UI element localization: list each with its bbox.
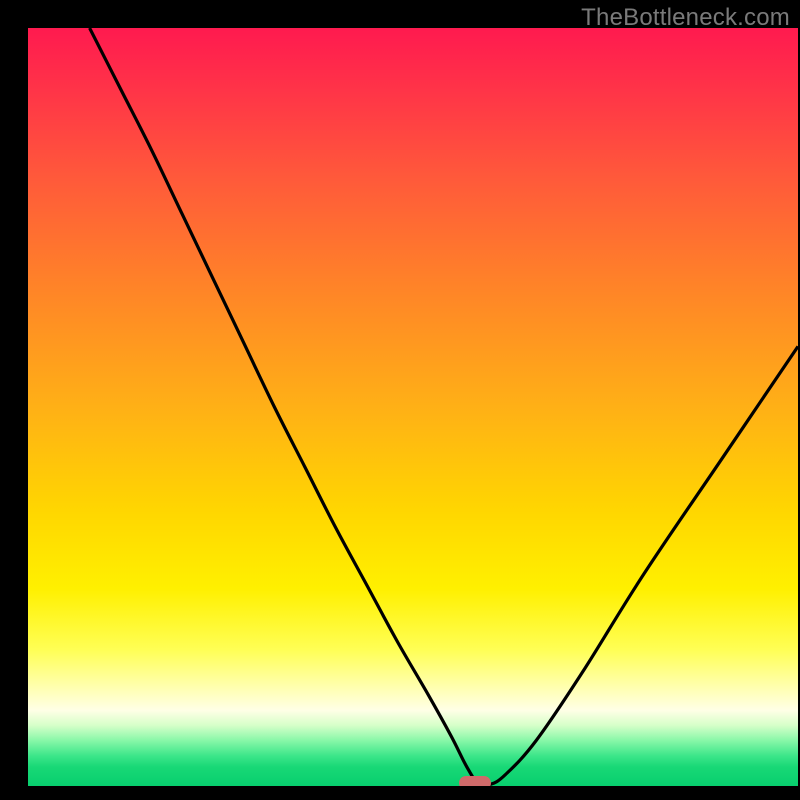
bottleneck-curve [28,28,798,786]
curve-path [90,28,798,786]
chart-frame: TheBottleneck.com [0,0,800,800]
optimal-point-marker [459,776,491,786]
watermark-label: TheBottleneck.com [581,4,790,32]
plot-area [28,28,798,786]
